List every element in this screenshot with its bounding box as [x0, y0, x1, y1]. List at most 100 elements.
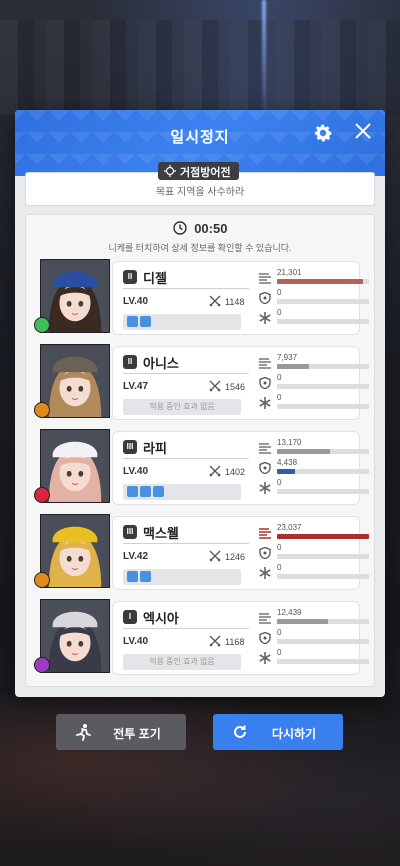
unit-row[interactable]: I 엑시아 LV.40 1168 적용 중인 효과 없음 12,439 0 0 [34, 599, 369, 677]
combat-power: 1546 [225, 382, 246, 392]
combat-power: 1246 [225, 552, 246, 562]
burst-badge: II [123, 270, 137, 284]
stat-value: 21,301 [277, 268, 302, 277]
no-effects-label: 적용 중인 효과 없음 [149, 657, 215, 666]
portrait-image [41, 345, 109, 417]
stat-row: 0 [259, 393, 369, 413]
unit-portrait[interactable] [40, 344, 110, 418]
gear-icon[interactable] [312, 122, 334, 144]
stat-row: 0 [259, 308, 369, 328]
unit-card[interactable]: II 디젤 LV.40 1148 21,301 0 0 [112, 261, 369, 335]
combat-power: 1168 [225, 637, 245, 647]
divider [123, 373, 249, 374]
stat-bar-track [277, 574, 369, 579]
damage-icon [259, 273, 271, 284]
light-beam [262, 0, 266, 110]
shield-icon [259, 632, 271, 644]
stat-bar-track [277, 489, 369, 494]
stat-bar-fill [277, 534, 369, 539]
heal-icon [259, 652, 271, 664]
unit-card[interactable]: I 엑시아 LV.40 1168 적용 중인 효과 없음 12,439 0 0 [112, 601, 369, 675]
unit-portrait[interactable] [40, 429, 110, 503]
stat-bar-track [277, 299, 369, 304]
unit-level: LV.40 [123, 466, 149, 477]
stat-value: 0 [277, 393, 282, 402]
unit-portrait[interactable] [40, 599, 110, 673]
stat-value: 13,170 [277, 438, 302, 447]
burst-badge: II [123, 355, 137, 369]
stat-value: 0 [277, 628, 282, 637]
stat-row: 0 [259, 648, 369, 668]
divider [123, 628, 249, 629]
give-up-button[interactable]: 전투 포기 [56, 714, 186, 750]
stat-bar-fill [277, 619, 328, 624]
unit-list-panel: 00:50 니케를 터치하여 상세 정보를 확인할 수 있습니다. II 디젤 … [25, 214, 375, 687]
unit-row[interactable]: III 라피 LV.40 1402 13,170 4,438 0 [34, 429, 369, 507]
close-icon[interactable] [354, 122, 372, 140]
stat-row: 12,439 [259, 608, 369, 628]
unit-portrait[interactable] [40, 259, 110, 333]
unit-row[interactable]: III 맥스웰 LV.42 1246 23,037 0 0 [34, 514, 369, 592]
stat-bar-fill [277, 364, 309, 369]
burst-badge: III [123, 440, 137, 454]
burst-badge: I [123, 610, 137, 624]
stat-bar-fill [277, 279, 363, 284]
heal-icon [259, 482, 271, 494]
unit-row[interactable]: II 아니스 LV.47 1546 적용 중인 효과 없음 7,937 0 0 [34, 344, 369, 422]
unit-name: 라피 [143, 441, 167, 456]
stat-value: 12,439 [277, 608, 302, 617]
portrait-image [41, 600, 109, 672]
unit-level: LV.42 [123, 551, 149, 562]
unit-card[interactable]: III 라피 LV.40 1402 13,170 4,438 0 [112, 431, 369, 505]
crossed-swords-icon [209, 465, 221, 477]
buff-icon [127, 571, 138, 582]
running-figure-icon [76, 724, 91, 741]
hint-text: 니케를 터치하여 상세 정보를 확인할 수 있습니다. [108, 243, 292, 253]
unit-portrait[interactable] [40, 514, 110, 588]
stat-row: 4,438 [259, 458, 369, 478]
crosshair-icon [164, 165, 176, 177]
status-effects: 적용 중인 효과 없음 [123, 399, 241, 415]
stat-row: 0 [259, 563, 369, 583]
element-badge-icon [34, 572, 50, 588]
element-badge-icon [34, 402, 50, 418]
damage-icon [259, 528, 271, 539]
buff-icon [140, 316, 151, 327]
stat-value: 0 [277, 308, 282, 317]
buff-icon [153, 486, 164, 497]
shield-icon [259, 377, 271, 389]
status-effects [123, 484, 241, 500]
stat-bar-track [277, 554, 369, 559]
status-effects [123, 569, 241, 585]
element-badge-icon [34, 657, 50, 673]
heal-icon [259, 397, 271, 409]
heal-icon [259, 567, 271, 579]
stat-bar-track [277, 449, 369, 454]
damage-icon [259, 358, 271, 369]
unit-card[interactable]: II 아니스 LV.47 1546 적용 중인 효과 없음 7,937 0 0 [112, 346, 369, 420]
element-badge-icon [34, 487, 50, 503]
retry-label: 다시하기 [271, 727, 317, 741]
stat-bar-fill [277, 469, 295, 474]
stat-bar-track [277, 639, 369, 644]
buff-icon [127, 316, 138, 327]
stat-value: 0 [277, 373, 282, 382]
unit-card[interactable]: III 맥스웰 LV.42 1246 23,037 0 0 [112, 516, 369, 590]
element-badge-icon [34, 317, 50, 333]
unit-name: 엑시아 [143, 611, 179, 626]
stat-row: 0 [259, 478, 369, 498]
unit-level: LV.47 [123, 381, 149, 392]
mission-description: 목표 지역을 사수하라 [155, 187, 245, 198]
unit-name: 맥스웰 [143, 526, 179, 541]
stat-value: 0 [277, 543, 282, 552]
stat-bar-track [277, 279, 369, 284]
stat-bar-track [277, 469, 369, 474]
retry-button[interactable]: 다시하기 [213, 714, 343, 750]
timer-value: 00:50 [194, 221, 228, 236]
mission-tag: 거점방어전 [158, 162, 239, 180]
portrait-image [41, 260, 109, 332]
unit-row[interactable]: II 디젤 LV.40 1148 21,301 0 0 [34, 259, 369, 337]
stat-row: 0 [259, 628, 369, 648]
buff-icon [140, 486, 151, 497]
no-effects-label: 적용 중인 효과 없음 [149, 402, 215, 411]
